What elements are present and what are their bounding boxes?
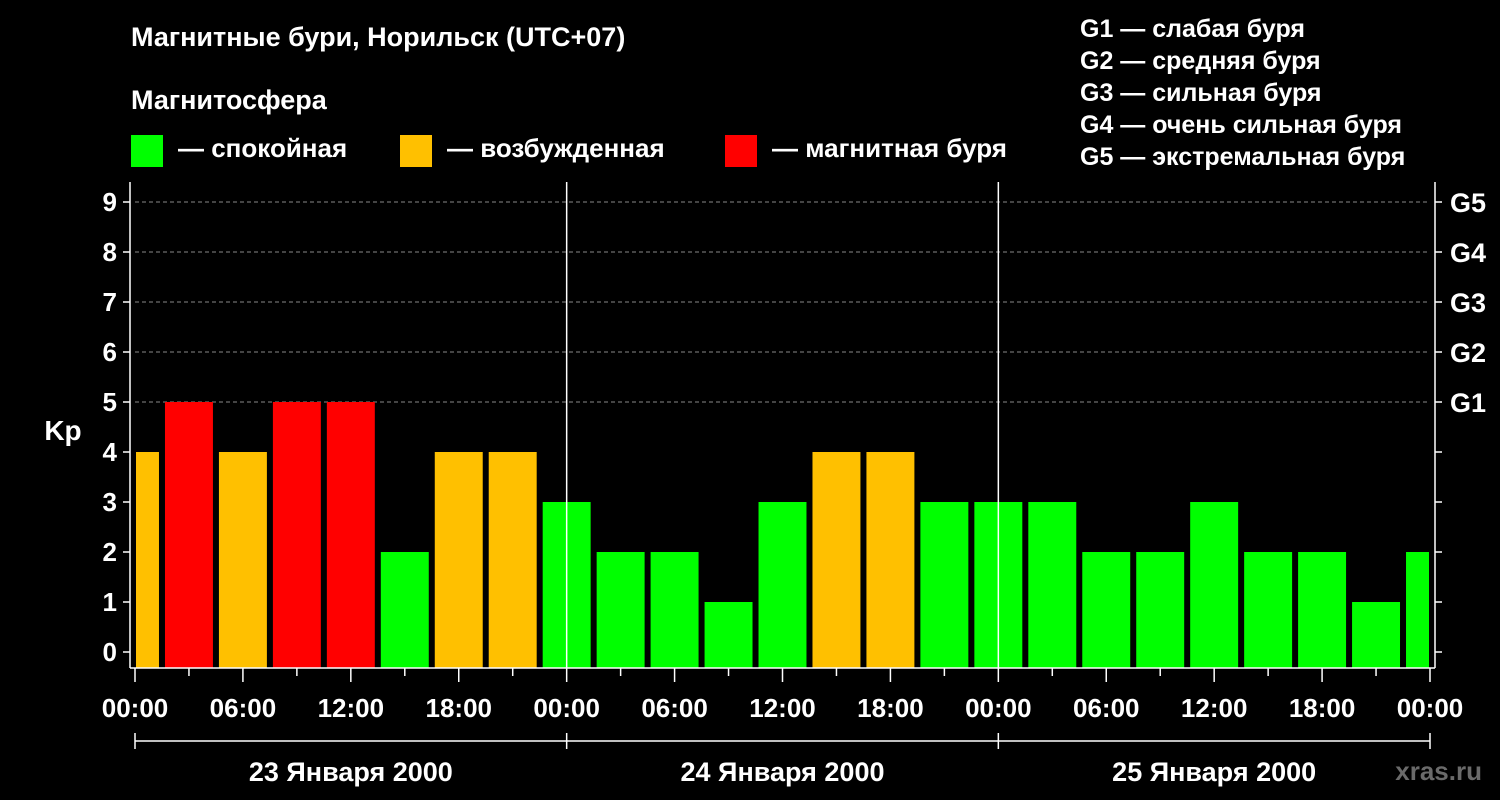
bar-kp: [272, 402, 321, 668]
x-tick-label: 00:00: [1397, 693, 1464, 723]
y-tick-label: 2: [103, 537, 117, 567]
bar-kp: [866, 452, 915, 668]
x-tick-label: 12:00: [318, 693, 385, 723]
bar-kp: [1352, 602, 1401, 668]
y-tick-label: 6: [103, 337, 117, 367]
bar-kp: [326, 402, 375, 668]
g-scale-label: G1: [1450, 388, 1486, 418]
y-tick-label: 4: [103, 437, 118, 467]
g-scale-label: G2: [1450, 338, 1486, 368]
day-label: 23 Января 2000: [249, 757, 453, 787]
bar-kp: [1190, 502, 1239, 668]
y-tick-label: 7: [103, 287, 117, 317]
bar-kp: [380, 552, 429, 668]
g-scale-label: G4: [1450, 238, 1486, 268]
day-label: 24 Января 2000: [681, 757, 885, 787]
x-tick-label: 12:00: [749, 693, 816, 723]
bar-kp: [758, 502, 807, 668]
y-tick-label: 8: [103, 237, 117, 267]
day-label: 25 Января 2000: [1112, 757, 1316, 787]
bar-kp: [218, 452, 267, 668]
bar-kp: [650, 552, 699, 668]
x-tick-label: 12:00: [1181, 693, 1248, 723]
x-tick-label: 18:00: [1289, 693, 1356, 723]
y-axis-title: Kp: [44, 415, 81, 446]
kp-bar-chart: 0 1 2 3 4 5 6 7 8 9 G1 G2 G3 G4 G5 Kp 00:00 06:00 12:00 18:…: [44, 182, 1486, 787]
bar-kp: [1082, 552, 1131, 668]
bar-kp: [1406, 552, 1429, 668]
bar-kp: [164, 402, 213, 668]
bar-kp: [596, 552, 645, 668]
bar-kp: [704, 602, 753, 668]
bar-kp: [920, 502, 969, 668]
x-tick-label: 00:00: [102, 693, 169, 723]
bar-kp: [434, 452, 483, 668]
bar-kp: [1298, 552, 1347, 668]
watermark: xras.ru: [1395, 756, 1482, 786]
y-tick-label: 5: [103, 387, 117, 417]
g-scale-label: G3: [1450, 288, 1486, 318]
bar-kp: [136, 452, 159, 668]
g-scale-label: G5: [1450, 188, 1486, 218]
bar-kp: [1028, 502, 1077, 668]
bar-kp: [812, 452, 861, 668]
x-tick-label: 06:00: [210, 693, 277, 723]
bar-kp: [1136, 552, 1185, 668]
bar-kp: [488, 452, 537, 668]
x-tick-label: 18:00: [426, 693, 493, 723]
x-tick-label: 18:00: [857, 693, 924, 723]
y-tick-label: 0: [103, 637, 117, 667]
y-tick-label: 1: [103, 587, 117, 617]
bar-kp: [1244, 552, 1293, 668]
x-tick-label: 06:00: [1073, 693, 1140, 723]
y-tick-label: 9: [103, 187, 117, 217]
y-tick-label: 3: [103, 487, 117, 517]
x-tick-label: 00:00: [533, 693, 600, 723]
x-tick-label: 00:00: [965, 693, 1032, 723]
x-tick-label: 06:00: [641, 693, 708, 723]
